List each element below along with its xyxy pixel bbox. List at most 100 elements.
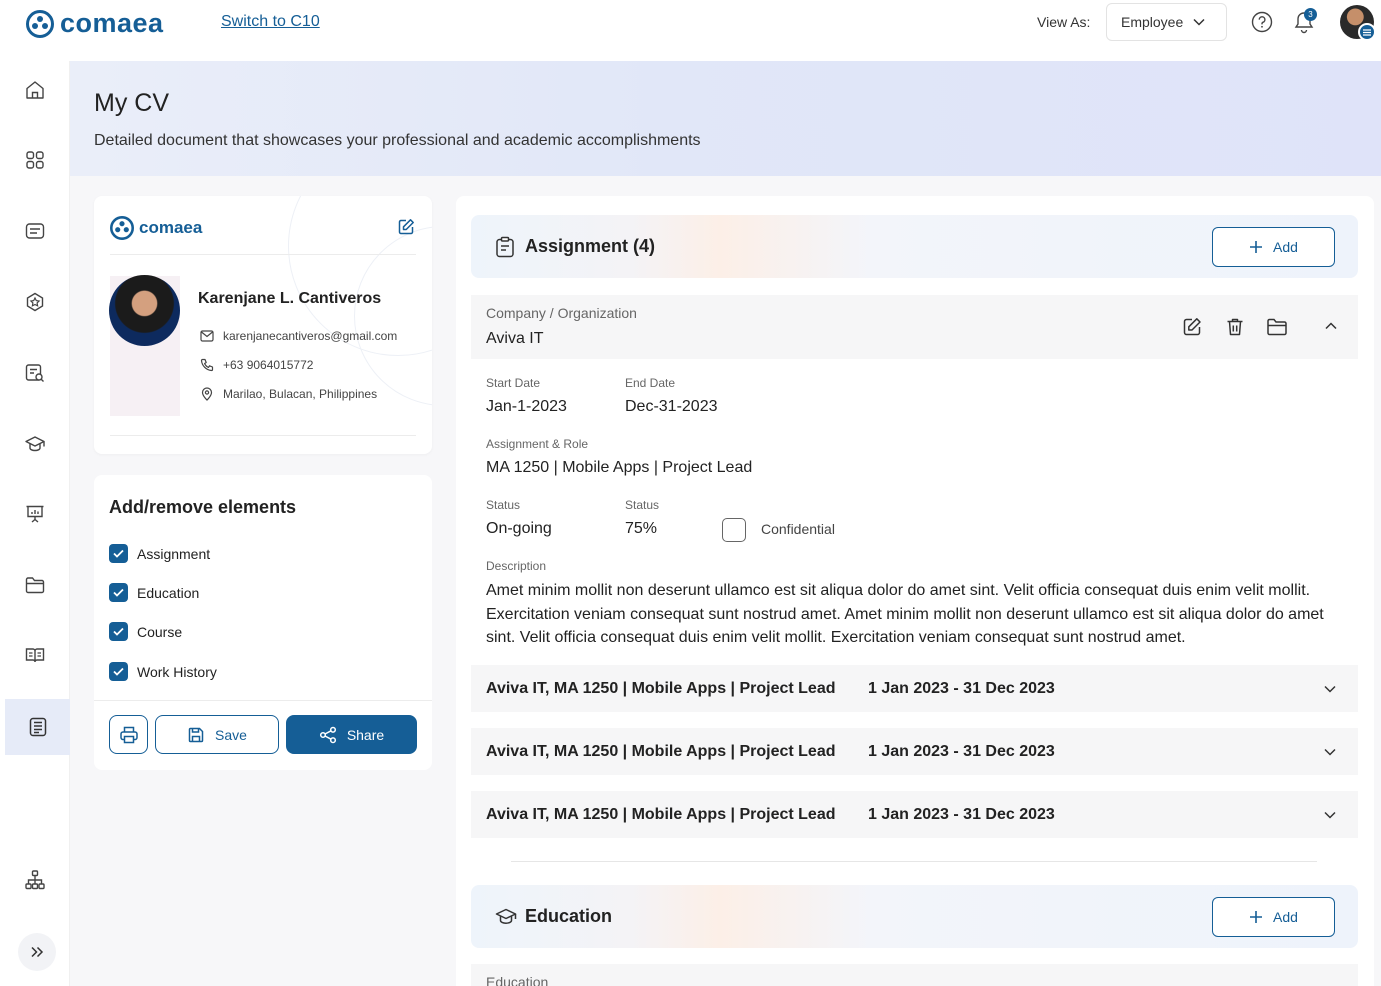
brand-name: comaea <box>60 8 164 38</box>
assignment-section-title: Assignment (4) <box>525 236 656 256</box>
assignment-row-collapsed[interactable]: Aviva IT, MA 1250 | Mobile Apps | Projec… <box>471 665 1358 712</box>
sidebar-item-home[interactable] <box>0 62 70 118</box>
assignment-row-collapsed[interactable]: Aviva IT, MA 1250 | Mobile Apps | Projec… <box>471 791 1358 838</box>
status-value: On-going <box>486 520 552 537</box>
education-section-header: Education Add <box>471 885 1358 948</box>
help-icon[interactable] <box>1251 11 1273 33</box>
education-field-label: Education <box>486 974 549 986</box>
view-as-label: View As: <box>1037 14 1091 30</box>
share-button[interactable]: Share <box>286 715 417 754</box>
sidebar <box>0 61 70 986</box>
chevron-down-icon[interactable] <box>1324 811 1336 819</box>
element-checkbox-education[interactable]: Education <box>109 583 199 602</box>
profile-name: Karenjane L. Cantiveros <box>198 290 382 307</box>
sidebar-item-education[interactable] <box>0 416 70 472</box>
save-icon <box>188 727 204 742</box>
profile-card: comaea Karenjane L. Cantiveros karenjane… <box>94 196 432 454</box>
trash-icon[interactable] <box>1226 317 1244 337</box>
save-label: Save <box>215 726 247 743</box>
page-hero: My CV Detailed document that showcases y… <box>70 61 1381 176</box>
row-dates: 1 Jan 2023 - 31 Dec 2023 <box>868 679 1055 697</box>
sidebar-item-org-chart[interactable] <box>0 852 70 908</box>
element-checkbox-work-history[interactable]: Work History <box>109 662 217 681</box>
expand-sidebar-button[interactable] <box>18 933 56 971</box>
view-as-select[interactable]: Employee <box>1106 3 1227 41</box>
confidential-checkbox[interactable] <box>722 518 746 542</box>
graduation-cap-icon <box>25 436 45 452</box>
task-list-icon <box>25 223 45 239</box>
checkbox-checked-icon <box>109 583 128 602</box>
profile-email: karenjanecantiveros@gmail.com <box>223 329 398 343</box>
dashboard-icon <box>26 151 44 169</box>
divider <box>94 700 432 701</box>
profile-brand-logo: comaea <box>110 216 202 240</box>
edit-profile-icon[interactable] <box>397 218 415 236</box>
top-bar: comaea Switch to C10 View As: Employee 3 <box>0 0 1381 61</box>
element-checkbox-course[interactable]: Course <box>109 622 182 641</box>
location-pin-icon <box>201 387 213 401</box>
element-label: Course <box>137 623 183 640</box>
elements-card: Add/remove elements Assignment Education… <box>94 475 432 770</box>
sidebar-item-dashboard[interactable] <box>0 132 70 188</box>
element-label: Assignment <box>137 545 211 562</box>
folder-icon <box>25 577 45 594</box>
folder-icon[interactable] <box>1266 317 1288 337</box>
element-checkbox-assignment[interactable]: Assignment <box>109 544 210 563</box>
sidebar-item-library[interactable] <box>0 627 70 683</box>
add-assignment-button[interactable]: Add <box>1212 226 1335 267</box>
page-title: My CV <box>94 89 169 117</box>
brand-logo[interactable]: comaea <box>26 8 164 39</box>
profile-phone: +63 9064015772 <box>223 358 314 372</box>
row-dates: 1 Jan 2023 - 31 Dec 2023 <box>868 742 1055 760</box>
profile-photo <box>109 275 180 346</box>
comaea-logo-icon <box>110 216 134 240</box>
chevron-down-icon <box>1193 18 1205 26</box>
sidebar-item-skills[interactable] <box>0 274 70 330</box>
clipboard-icon <box>495 236 515 258</box>
company-label: Company / Organization <box>486 305 637 321</box>
chevron-down-icon[interactable] <box>1324 748 1336 756</box>
comaea-logo-icon <box>26 9 54 38</box>
start-date-value: Jan-1-2023 <box>486 398 567 415</box>
document-search-icon <box>25 364 44 382</box>
profile-location-row: Marilao, Bulacan, Philippines <box>200 387 377 401</box>
start-date-label: Start Date <box>486 376 541 390</box>
checkbox-checked-icon <box>109 622 128 641</box>
user-avatar[interactable] <box>1340 5 1376 41</box>
row-title: Aviva IT, MA 1250 | Mobile Apps | Projec… <box>486 742 836 760</box>
cv-sections-card: Assignment (4) Add Company / Organizatio… <box>456 196 1374 986</box>
add-education-button[interactable]: Add <box>1212 896 1335 937</box>
description-text: Amet minim mollit non deserunt ullamco e… <box>486 582 1324 646</box>
progress-value: 75% <box>625 520 658 537</box>
assignment-row-collapsed[interactable]: Aviva IT, MA 1250 | Mobile Apps | Projec… <box>471 728 1358 775</box>
profile-brand-name: comaea <box>139 218 203 237</box>
presentation-icon <box>26 505 44 523</box>
confidential-label: Confidential <box>761 521 835 537</box>
profile-phone-row: +63 9064015772 <box>200 358 313 372</box>
switch-to-c10-link[interactable]: Switch to C10 <box>221 13 320 31</box>
sidebar-item-files[interactable] <box>0 557 70 613</box>
sidebar-item-reviews[interactable] <box>0 345 70 401</box>
chevron-down-icon[interactable] <box>1324 685 1336 693</box>
role-value: MA 1250 | Mobile Apps | Project Lead <box>486 459 753 476</box>
save-button[interactable]: Save <box>155 715 279 754</box>
print-button[interactable] <box>109 715 148 754</box>
chevron-up-icon[interactable] <box>1325 322 1337 330</box>
home-icon <box>26 81 44 99</box>
sidebar-item-my-cv[interactable] <box>5 699 70 755</box>
row-title: Aviva IT, MA 1250 | Mobile Apps | Projec… <box>486 679 836 697</box>
graduation-cap-icon <box>495 907 517 927</box>
sidebar-item-tasks[interactable] <box>0 203 70 259</box>
mail-icon <box>200 330 214 342</box>
element-label: Education <box>137 584 200 601</box>
sidebar-item-training[interactable] <box>0 486 70 542</box>
edit-icon[interactable] <box>1182 317 1202 337</box>
divider <box>110 435 416 436</box>
description-label: Description <box>486 559 547 573</box>
profile-location: Marilao, Bulacan, Philippines <box>223 387 378 401</box>
status-label: Status <box>486 498 521 512</box>
education-section-title: Education <box>525 906 613 926</box>
cv-document-icon <box>29 717 46 737</box>
assignment-section-header: Assignment (4) Add <box>471 215 1358 278</box>
company-value: Aviva IT <box>486 330 544 347</box>
